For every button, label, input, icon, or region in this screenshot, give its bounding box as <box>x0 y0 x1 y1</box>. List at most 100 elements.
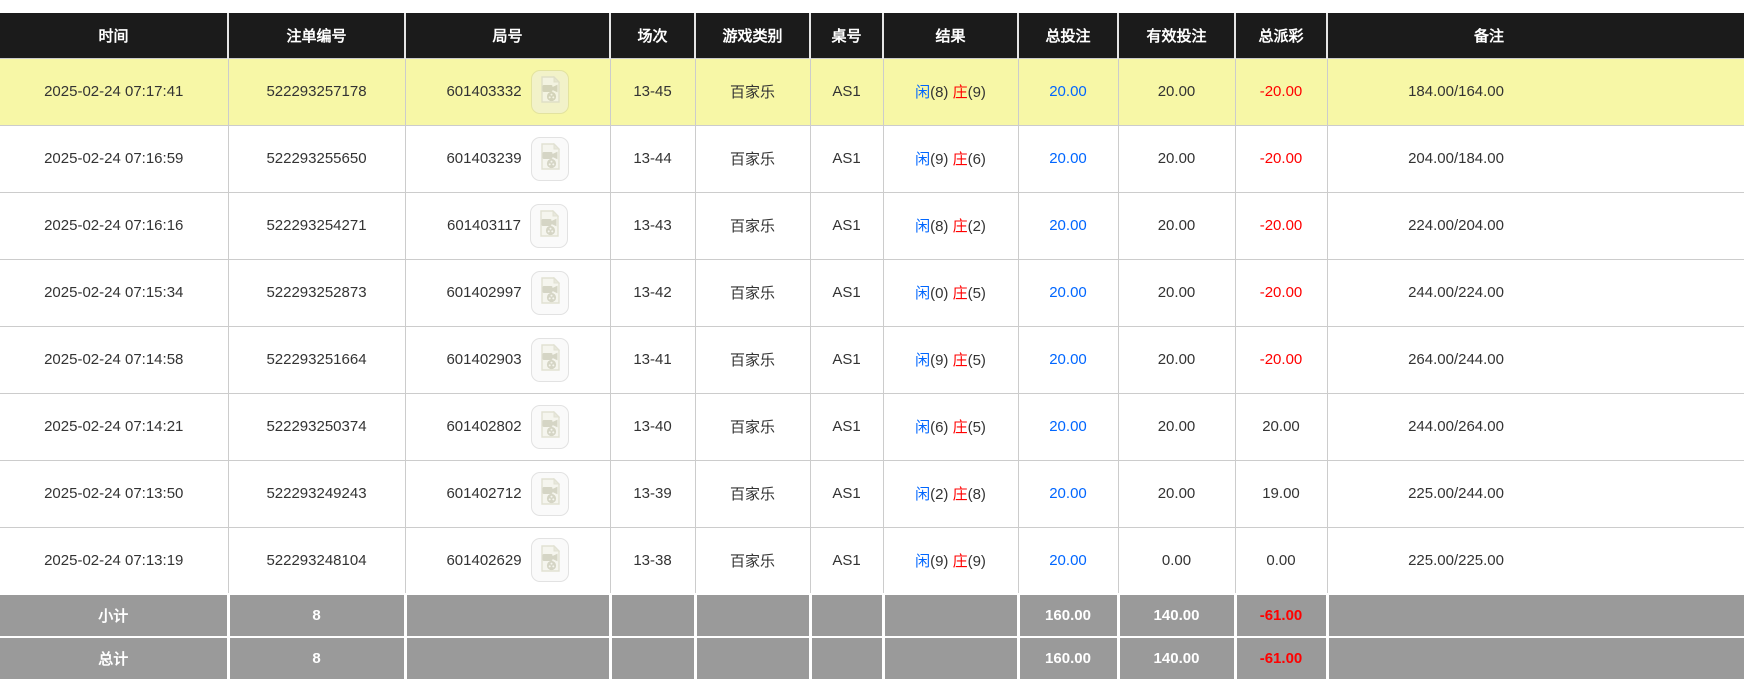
cell-result: 闲(6) 庄(5) <box>883 393 1018 460</box>
round-id-wrap: 601403117 <box>406 204 610 248</box>
cell-total-bet: 20.00 <box>1018 460 1118 527</box>
result-banker-score: (2) <box>968 218 986 235</box>
video-replay-button[interactable] <box>531 338 569 382</box>
cell-table-no: AS1 <box>810 460 883 527</box>
cell-remark: 184.00/164.00 <box>1327 58 1744 125</box>
video-replay-icon <box>538 344 562 375</box>
cell-remark: 244.00/224.00 <box>1327 259 1744 326</box>
round-id-wrap: 601402903 <box>406 338 610 382</box>
grand-total-row-remark-empty <box>1327 637 1744 680</box>
cell-table-no: AS1 <box>810 125 883 192</box>
cell-result: 闲(8) 庄(2) <box>883 192 1018 259</box>
header-row: 时间 注单编号 局号 场次 游戏类别 桌号 结果 总投注 有效投注 总派彩 备注 <box>0 13 1744 58</box>
subtotal-row-session-empty <box>610 594 695 637</box>
table-row: 2025-02-24 07:17:41522293257178601403332… <box>0 58 1744 125</box>
table-body: 2025-02-24 07:17:41522293257178601403332… <box>0 58 1744 594</box>
cell-time: 2025-02-24 07:17:41 <box>0 58 228 125</box>
cell-table-no: AS1 <box>810 192 883 259</box>
result-banker-score: (5) <box>968 419 986 436</box>
grand-total-row-round-empty <box>405 637 610 680</box>
result-banker-score: (9) <box>968 84 986 101</box>
round-id-wrap: 601402712 <box>406 472 610 516</box>
cell-result: 闲(8) 庄(9) <box>883 58 1018 125</box>
cell-remark: 225.00/225.00 <box>1327 527 1744 594</box>
cell-session: 13-45 <box>610 58 695 125</box>
cell-round-id: 601403239 <box>405 125 610 192</box>
grand-total-row-session-empty <box>610 637 695 680</box>
cell-valid-bet: 0.00 <box>1118 527 1235 594</box>
cell-total-bet: 20.00 <box>1018 527 1118 594</box>
cell-bet-id: 522293251664 <box>228 326 405 393</box>
cell-remark: 225.00/244.00 <box>1327 460 1744 527</box>
cell-round-id: 601402802 <box>405 393 610 460</box>
col-header-round-id: 局号 <box>405 13 610 58</box>
result-player-score: (0) <box>930 285 953 302</box>
cell-valid-bet: 20.00 <box>1118 259 1235 326</box>
cell-game-type: 百家乐 <box>695 326 810 393</box>
video-replay-button[interactable] <box>531 472 569 516</box>
cell-round-id: 601402712 <box>405 460 610 527</box>
round-id-value: 601403332 <box>446 83 521 100</box>
table-row: 2025-02-24 07:14:58522293251664601402903… <box>0 326 1744 393</box>
cell-result: 闲(0) 庄(5) <box>883 259 1018 326</box>
video-replay-button[interactable] <box>531 405 569 449</box>
col-header-session: 场次 <box>610 13 695 58</box>
round-id-wrap: 601403239 <box>406 137 610 181</box>
cell-bet-id: 522293249243 <box>228 460 405 527</box>
cell-round-id: 601402629 <box>405 527 610 594</box>
cell-time: 2025-02-24 07:13:50 <box>0 460 228 527</box>
table-row: 2025-02-24 07:16:16522293254271601403117… <box>0 192 1744 259</box>
result-banker-label: 庄 <box>953 151 968 168</box>
cell-session: 13-40 <box>610 393 695 460</box>
video-replay-icon <box>538 143 562 174</box>
video-replay-button[interactable] <box>531 70 569 114</box>
result-player-score: (9) <box>930 352 953 369</box>
cell-table-no: AS1 <box>810 58 883 125</box>
round-id-value: 601402802 <box>446 418 521 435</box>
round-id-wrap: 601402629 <box>406 538 610 582</box>
video-replay-button[interactable] <box>531 538 569 582</box>
cell-result: 闲(9) 庄(9) <box>883 527 1018 594</box>
result-player-score: (2) <box>930 486 953 503</box>
cell-valid-bet: 20.00 <box>1118 192 1235 259</box>
video-replay-button[interactable] <box>531 137 569 181</box>
result-banker-label: 庄 <box>953 553 968 570</box>
subtotal-row-game-empty <box>695 594 810 637</box>
cell-session: 13-43 <box>610 192 695 259</box>
cell-total-bet: 20.00 <box>1018 326 1118 393</box>
cell-valid-bet: 20.00 <box>1118 326 1235 393</box>
cell-game-type: 百家乐 <box>695 58 810 125</box>
cell-total-bet: 20.00 <box>1018 192 1118 259</box>
cell-session: 13-38 <box>610 527 695 594</box>
result-player-label: 闲 <box>915 352 930 369</box>
round-id-value: 601402997 <box>446 284 521 301</box>
table-row: 2025-02-24 07:16:59522293255650601403239… <box>0 125 1744 192</box>
cell-remark: 224.00/204.00 <box>1327 192 1744 259</box>
result-player-label: 闲 <box>915 553 930 570</box>
col-header-time: 时间 <box>0 13 228 58</box>
table-footer: 小计8160.00140.00-61.00总计8160.00140.00-61.… <box>0 594 1744 680</box>
cell-valid-bet: 20.00 <box>1118 460 1235 527</box>
grand-total-row-valid-bet: 140.00 <box>1118 637 1235 680</box>
result-player-score: (6) <box>930 419 953 436</box>
result-banker-score: (6) <box>968 151 986 168</box>
video-replay-button[interactable] <box>531 271 569 315</box>
round-id-wrap: 601403332 <box>406 70 610 114</box>
grand-total-row-label: 总计 <box>0 637 228 680</box>
cell-total-bet: 20.00 <box>1018 393 1118 460</box>
video-replay-icon <box>538 545 562 576</box>
grand-total-row-table-empty <box>810 637 883 680</box>
grand-total-row-total-bet: 160.00 <box>1018 637 1118 680</box>
cell-result: 闲(9) 庄(6) <box>883 125 1018 192</box>
cell-game-type: 百家乐 <box>695 192 810 259</box>
video-replay-icon <box>538 76 562 107</box>
cell-bet-id: 522293254271 <box>228 192 405 259</box>
video-replay-button[interactable] <box>530 204 568 248</box>
col-header-result: 结果 <box>883 13 1018 58</box>
cell-payout: 19.00 <box>1235 460 1327 527</box>
col-header-bet-id: 注单编号 <box>228 13 405 58</box>
cell-game-type: 百家乐 <box>695 125 810 192</box>
cell-time: 2025-02-24 07:13:19 <box>0 527 228 594</box>
table-header: 时间 注单编号 局号 场次 游戏类别 桌号 结果 总投注 有效投注 总派彩 备注 <box>0 13 1744 58</box>
result-banker-label: 庄 <box>953 84 968 101</box>
